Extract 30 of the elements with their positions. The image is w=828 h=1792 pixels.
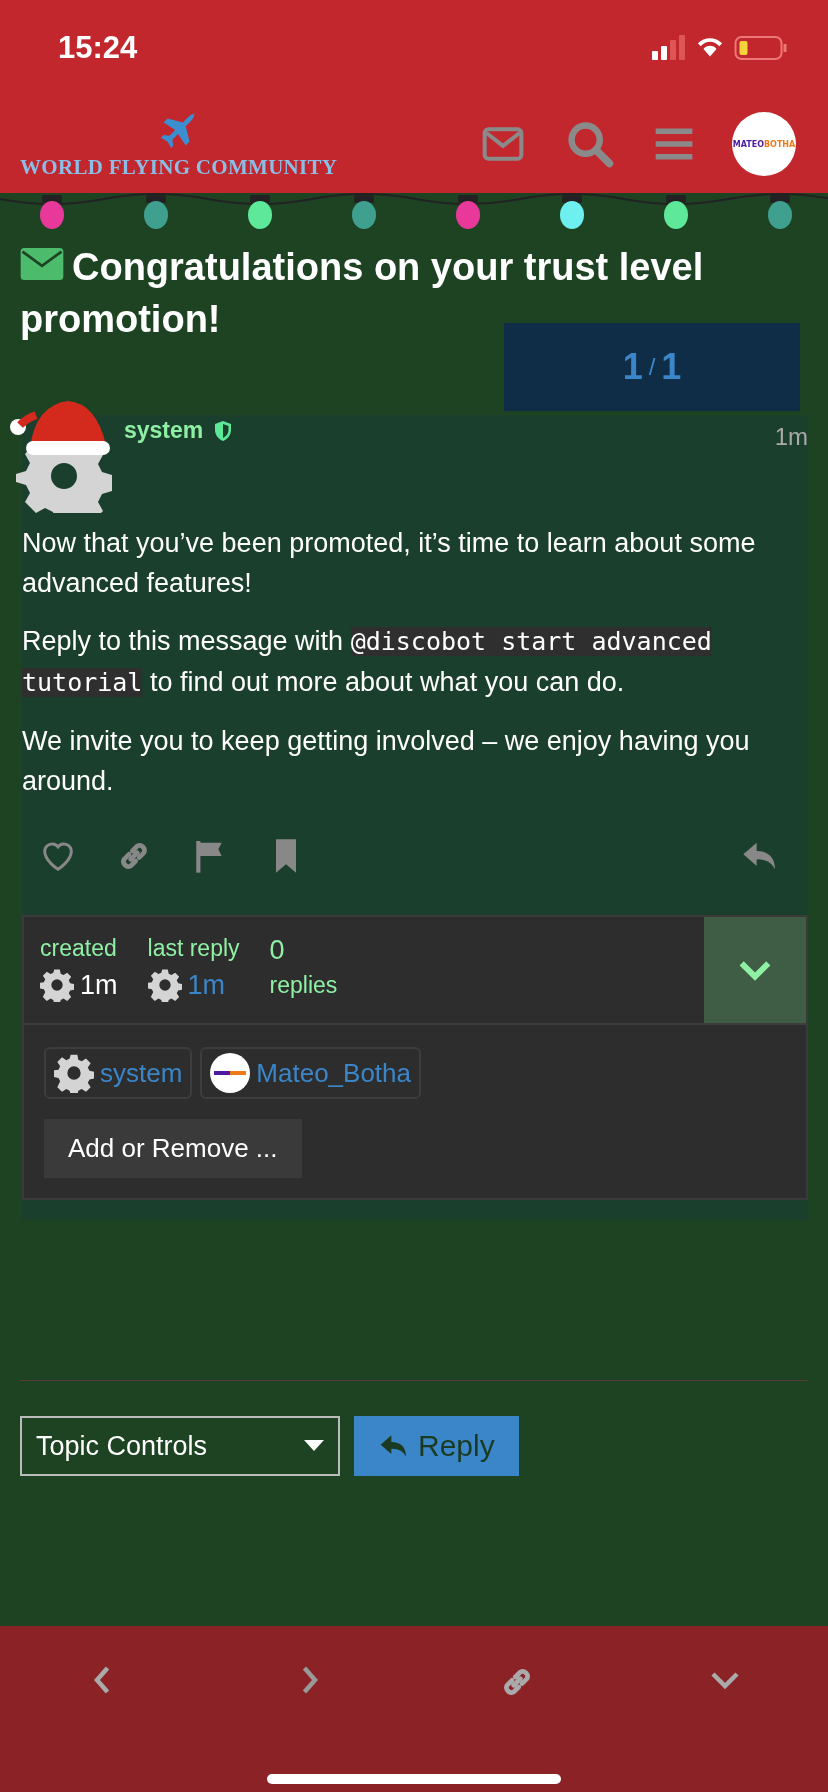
reply-button[interactable]: Reply <box>354 1416 519 1476</box>
topic-controls-dropdown[interactable]: Topic Controls <box>20 1416 340 1476</box>
gear-icon <box>147 968 182 1002</box>
user-avatar[interactable]: MATEOBOTHA <box>732 112 796 176</box>
status-time: 15:24 <box>58 29 138 66</box>
logo-text[interactable]: WORLD FLYING COMMUNITY <box>20 154 338 180</box>
battery-icon <box>734 35 788 60</box>
gear-icon <box>54 1053 94 1093</box>
avatar-text: MATEO <box>732 139 764 149</box>
caret-icon <box>304 1440 324 1452</box>
mail-icon <box>20 248 64 280</box>
participant-link[interactable]: Mateo_Botha <box>200 1047 421 1099</box>
add-remove-button[interactable]: Add or Remove ... <box>44 1119 302 1178</box>
stat-value: 1m <box>80 969 118 1001</box>
logo-avatar-icon <box>210 1053 251 1093</box>
signal-icon <box>652 34 686 61</box>
post-time[interactable]: 1m <box>774 423 808 451</box>
post-paragraph: We invite you to keep getting involved – we enjoy having you around. <box>22 725 751 798</box>
gear-icon <box>40 968 74 1002</box>
avatar-text: BOTHA <box>764 139 796 149</box>
participant-link[interactable]: system <box>44 1047 193 1099</box>
post-paragraph: Now that you’ve been promoted, it’s time to learn about some advanced features! <box>22 527 757 600</box>
stat-label: replies <box>269 972 338 999</box>
username[interactable]: system <box>124 417 204 444</box>
stat-label: last reply <box>147 935 240 962</box>
stat-value: 0 <box>269 935 286 966</box>
stat-value[interactable]: 1m <box>187 969 226 1001</box>
expand-button[interactable] <box>704 917 806 1023</box>
stat-label: created <box>40 935 118 962</box>
post-paragraph: Reply to this message with @discobot start advanced tutorial to find out more about what you can do. <box>22 625 713 699</box>
